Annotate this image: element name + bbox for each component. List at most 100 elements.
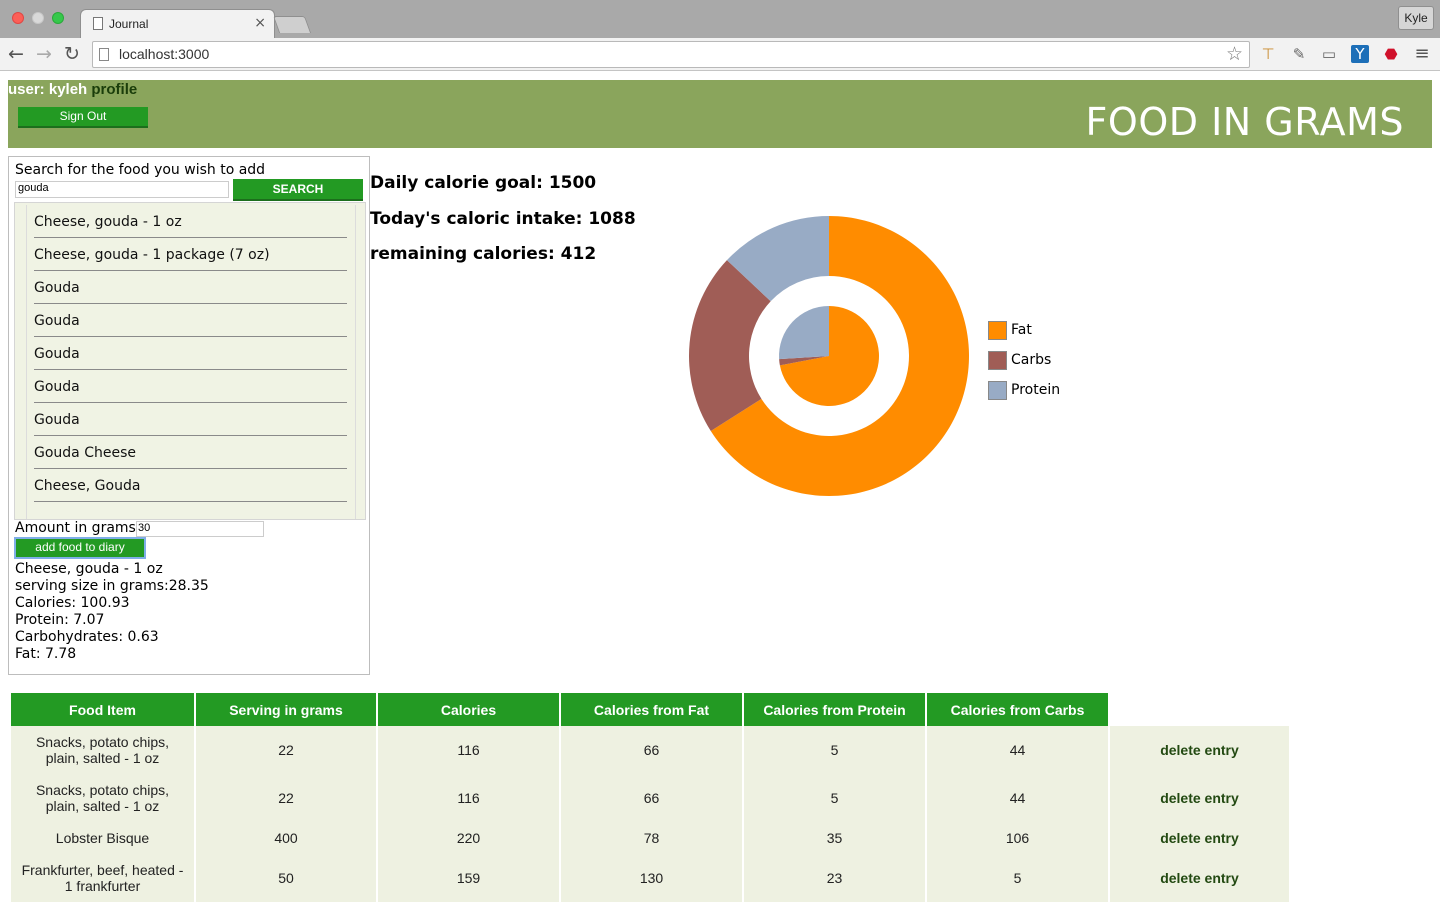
cell-fat: 78 bbox=[561, 822, 742, 854]
extension-icon[interactable]: Y bbox=[1351, 45, 1369, 63]
cell-protein: 23 bbox=[744, 854, 925, 902]
cell-serving: 400 bbox=[196, 822, 376, 854]
selected-food-fat: Fat: 7.78 bbox=[15, 646, 77, 662]
cell-calories: 159 bbox=[378, 854, 559, 902]
cell-protein: 5 bbox=[744, 774, 925, 822]
adblock-icon[interactable]: ⬣ bbox=[1382, 45, 1400, 63]
add-food-button[interactable]: add food to diary bbox=[14, 537, 146, 559]
selected-food-calories: Calories: 100.93 bbox=[15, 595, 130, 611]
table-row: Snacks, potato chips, plain, salted - 1 … bbox=[11, 774, 1289, 822]
browser-tab[interactable]: Journal × bbox=[80, 9, 275, 38]
app-header: user: kyleh profile Sign Out FOOD IN GRA… bbox=[8, 80, 1432, 148]
calorie-goal: Daily calorie goal: 1500 bbox=[370, 173, 597, 193]
cell-protein: 35 bbox=[744, 822, 925, 854]
eyedropper-extension-icon[interactable]: ✎ bbox=[1290, 45, 1308, 63]
selected-food-details: Cheese, gouda - 1 oz serving size in gra… bbox=[15, 561, 209, 663]
profile-switcher-button[interactable]: Kyle bbox=[1398, 6, 1434, 30]
legend-swatch bbox=[988, 320, 1007, 340]
search-result-item[interactable]: Gouda bbox=[34, 337, 347, 370]
column-header: Calories from Carbs bbox=[927, 693, 1108, 726]
table-row: Snacks, potato chips, plain, salted - 1 … bbox=[11, 726, 1289, 774]
column-header: Calories from Protein bbox=[744, 693, 925, 726]
tab-close-icon[interactable]: × bbox=[254, 15, 266, 31]
cell-food: Frankfurter, beef, heated - 1 frankfurte… bbox=[11, 854, 194, 902]
new-tab-button[interactable] bbox=[272, 16, 312, 33]
cell-serving: 22 bbox=[196, 774, 376, 822]
search-result-item[interactable]: Cheese, gouda - 1 oz bbox=[34, 205, 347, 238]
search-result-item[interactable]: Cheese, Gouda bbox=[34, 469, 347, 502]
selected-food-protein: Protein: 7.07 bbox=[15, 612, 105, 628]
remaining-calories: remaining calories: 412 bbox=[370, 244, 597, 264]
cell-fat: 130 bbox=[561, 854, 742, 902]
calorie-stats: Daily calorie goal: 1500 Today's caloric… bbox=[370, 173, 636, 280]
search-results-list[interactable]: Cheese, gouda - 1 oz Cheese, gouda - 1 pa… bbox=[14, 202, 366, 520]
search-result-item[interactable]: Gouda bbox=[34, 403, 347, 436]
cell-serving: 50 bbox=[196, 854, 376, 902]
user-prefix: user: bbox=[8, 81, 49, 98]
tab-title: Journal bbox=[109, 17, 149, 31]
selected-food-carbs: Carbohydrates: 0.63 bbox=[15, 629, 159, 645]
minimize-window-button[interactable] bbox=[32, 12, 44, 24]
forward-arrow-icon[interactable]: → bbox=[36, 43, 52, 65]
address-bar[interactable]: localhost:3000 ☆ bbox=[92, 41, 1250, 68]
cell-calories: 116 bbox=[378, 774, 559, 822]
legend-item-carbs: Carbs bbox=[988, 345, 1060, 375]
delete-entry-link[interactable]: delete entry bbox=[1110, 726, 1289, 774]
search-result-item[interactable]: Cheese, gouda - 1 package (7 oz) bbox=[34, 238, 347, 271]
search-result-item[interactable]: Gouda bbox=[34, 271, 347, 304]
legend-label: Protein bbox=[1011, 382, 1061, 398]
profile-link[interactable]: profile bbox=[91, 81, 137, 98]
legend-swatch bbox=[988, 380, 1007, 400]
search-result-item[interactable]: Gouda bbox=[34, 370, 347, 403]
legend-item-protein: Protein bbox=[988, 375, 1060, 405]
reload-icon[interactable]: ↻ bbox=[64, 43, 80, 65]
search-label: Search for the food you wish to add bbox=[15, 162, 266, 178]
food-search-panel: Search for the food you wish to add goud… bbox=[8, 156, 370, 675]
search-result-item[interactable]: Gouda Cheese bbox=[34, 436, 347, 469]
legend-swatch bbox=[988, 350, 1007, 370]
extension-icon[interactable]: ⊤ bbox=[1259, 45, 1277, 63]
legend-label: Fat bbox=[1011, 322, 1032, 338]
cell-fat: 66 bbox=[561, 774, 742, 822]
column-header: Calories from Fat bbox=[561, 693, 742, 726]
legend-label: Carbs bbox=[1011, 352, 1052, 368]
username: kyleh bbox=[48, 81, 88, 98]
cell-calories: 220 bbox=[378, 822, 559, 854]
url-text[interactable]: localhost:3000 bbox=[119, 46, 209, 62]
delete-entry-link[interactable]: delete entry bbox=[1110, 774, 1289, 822]
back-arrow-icon[interactable]: ← bbox=[8, 43, 24, 65]
delete-entry-link[interactable]: delete entry bbox=[1110, 822, 1289, 854]
table-header-row: Food Item Serving in grams Calories Calorie… bbox=[11, 693, 1289, 726]
page-icon bbox=[93, 17, 103, 30]
browser-tab-bar: Journal × Kyle bbox=[0, 0, 1440, 38]
inner-slice-protein bbox=[779, 306, 829, 360]
column-header: Serving in grams bbox=[196, 693, 376, 726]
selected-food-serving: serving size in grams:28.35 bbox=[15, 578, 209, 594]
macro-donut-chart bbox=[689, 216, 969, 496]
search-input[interactable]: gouda bbox=[15, 181, 229, 198]
sign-out-button[interactable]: Sign Out bbox=[18, 107, 148, 128]
browser-toolbar: ← → ↻ localhost:3000 ☆ ⊤ ✎ ▭ Y ⬣ ≡ bbox=[0, 38, 1440, 71]
cast-icon[interactable]: ▭ bbox=[1320, 45, 1338, 63]
user-line: user: kyleh profile bbox=[8, 81, 137, 98]
brand-title: FOOD IN GRAMS bbox=[1085, 100, 1404, 144]
search-button[interactable]: SEARCH bbox=[233, 179, 363, 201]
page-icon bbox=[99, 48, 109, 61]
bookmark-star-icon[interactable]: ☆ bbox=[1226, 43, 1243, 65]
column-header: Food Item bbox=[11, 693, 194, 726]
delete-entry-link[interactable]: delete entry bbox=[1110, 854, 1289, 902]
table-row: Frankfurter, beef, heated - 1 frankfurte… bbox=[11, 854, 1289, 902]
cell-serving: 22 bbox=[196, 726, 376, 774]
cell-protein: 5 bbox=[744, 726, 925, 774]
close-window-button[interactable] bbox=[12, 12, 24, 24]
legend-item-fat: Fat bbox=[988, 315, 1060, 345]
calorie-intake: Today's caloric intake: 1088 bbox=[370, 208, 636, 229]
zoom-window-button[interactable] bbox=[52, 12, 64, 24]
column-header-empty bbox=[1110, 693, 1289, 726]
amount-input[interactable]: 30 bbox=[136, 521, 264, 537]
search-result-item[interactable]: Gouda bbox=[34, 304, 347, 337]
menu-icon[interactable]: ≡ bbox=[1413, 45, 1431, 63]
chart-legend: Fat Carbs Protein bbox=[988, 315, 1060, 405]
food-diary-table: Food Item Serving in grams Calories Calorie… bbox=[9, 693, 1291, 902]
cell-carbs: 5 bbox=[927, 854, 1108, 902]
